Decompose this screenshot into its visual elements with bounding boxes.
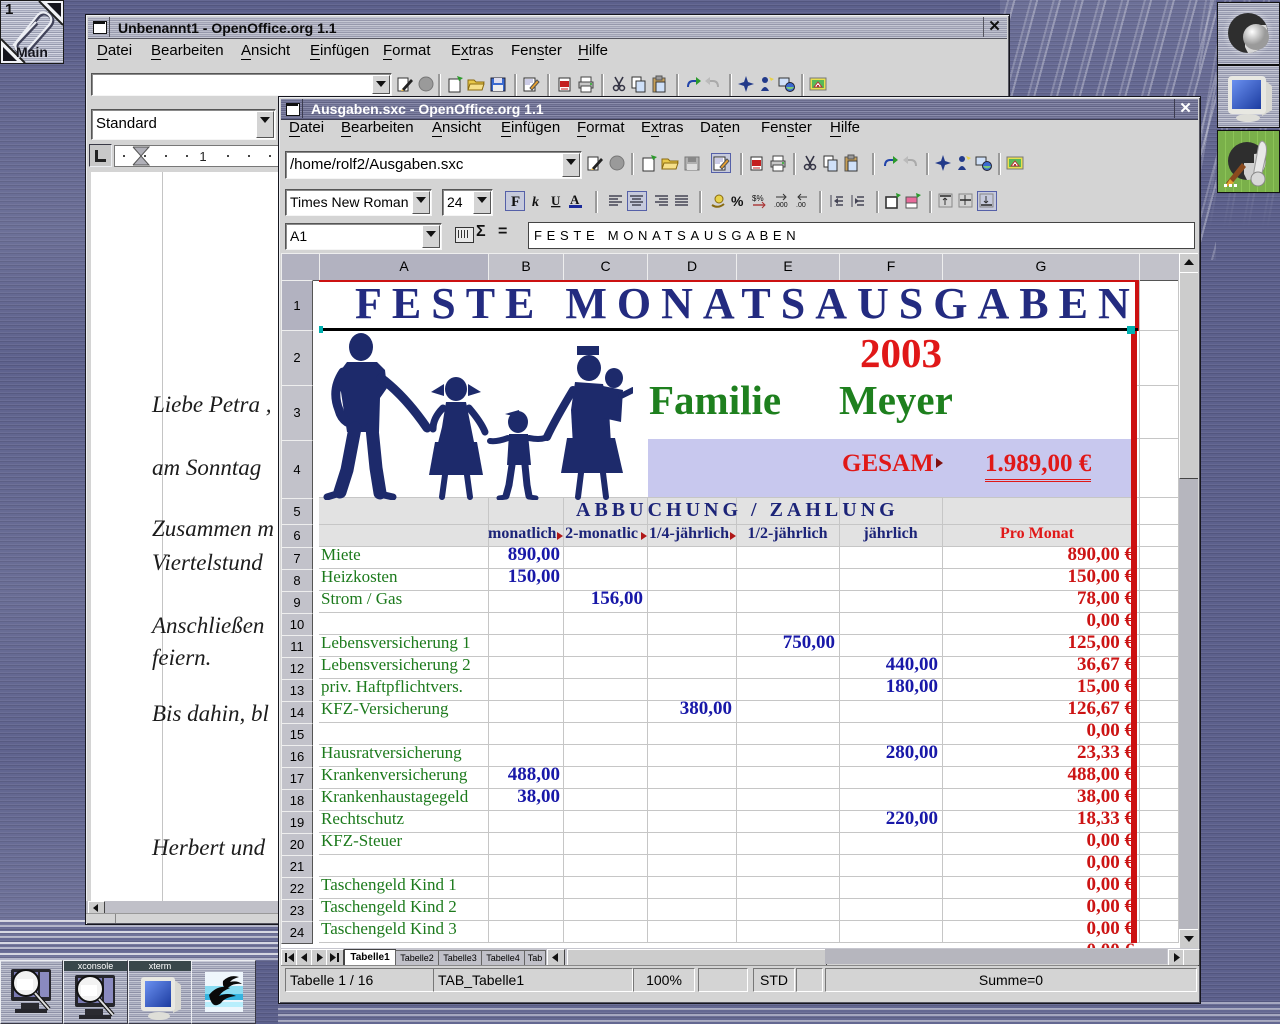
svg-text:F: F xyxy=(511,194,520,210)
svg-text:U: U xyxy=(551,193,561,208)
svg-text:k: k xyxy=(532,195,539,210)
svg-text:1: 1 xyxy=(199,149,206,164)
svg-text:$%: $% xyxy=(752,194,764,203)
svg-text:%: % xyxy=(731,193,744,209)
svg-text:A: A xyxy=(570,192,580,207)
svg-text:.000: .000 xyxy=(774,202,788,209)
svg-text:.00: .00 xyxy=(796,202,806,209)
